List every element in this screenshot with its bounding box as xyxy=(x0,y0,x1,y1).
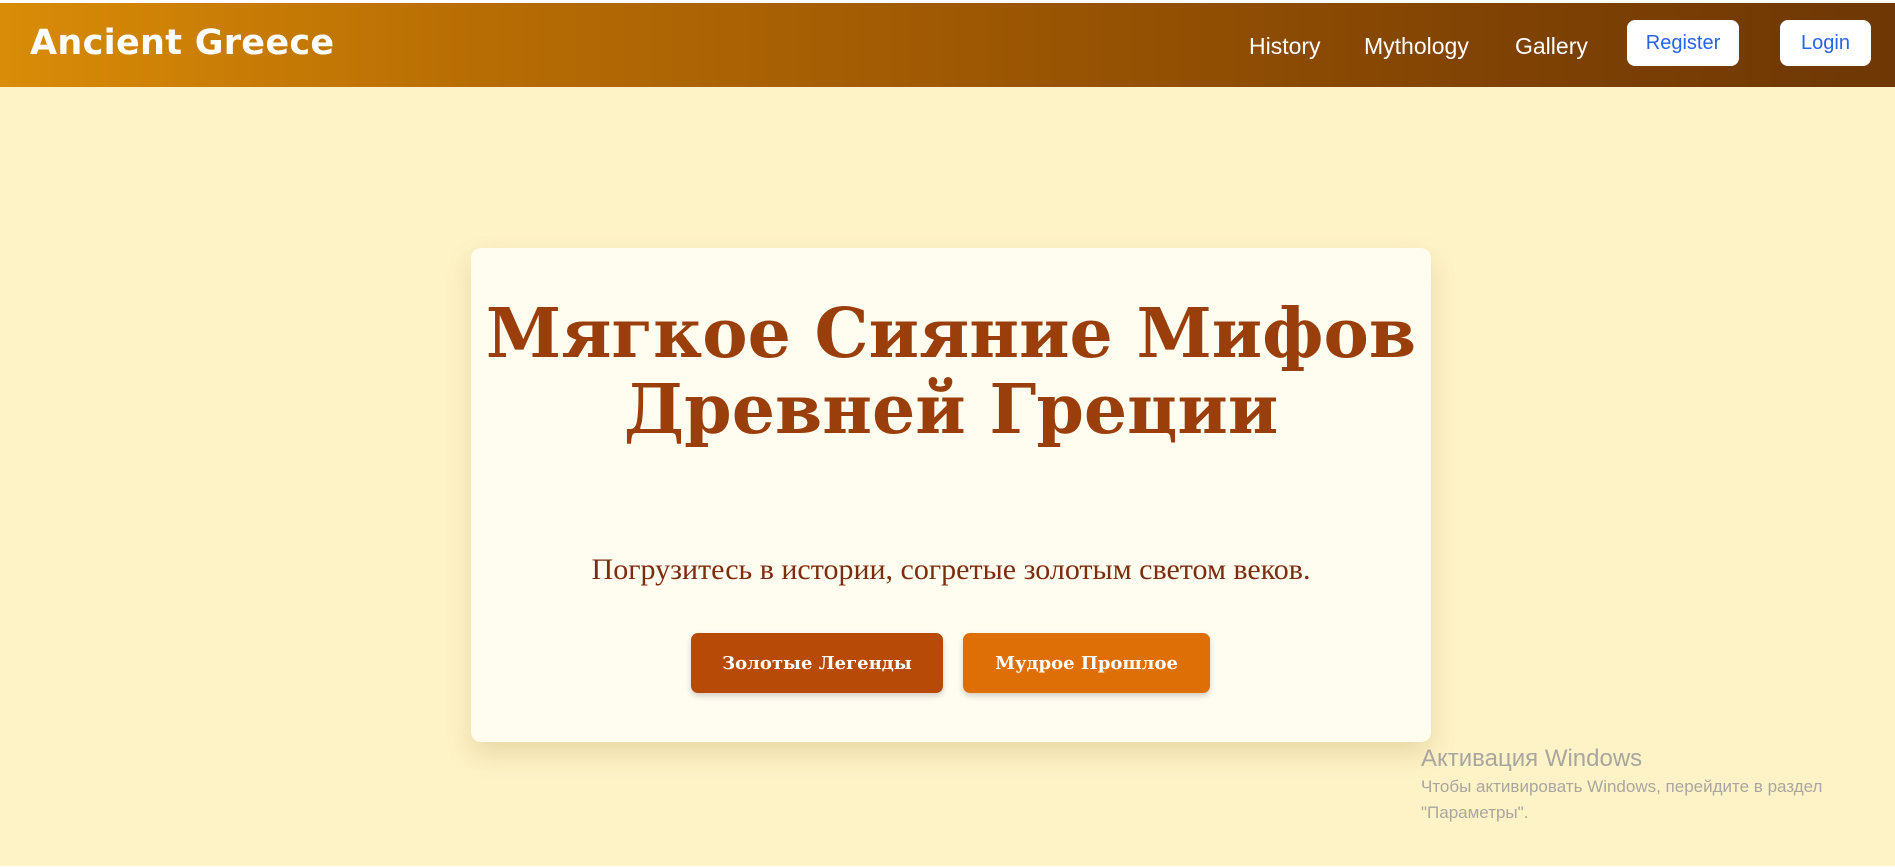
hero-title: Мягкое Сияние Мифов Древней Греции xyxy=(485,294,1417,450)
watermark-title: Активация Windows xyxy=(1421,745,1643,772)
golden-legends-button[interactable]: Золотые Легенды xyxy=(691,633,943,693)
brand-logo[interactable]: Ancient Greece xyxy=(30,23,334,63)
watermark-text: Чтобы активировать Windows, перейдите в … xyxy=(1421,777,1823,822)
nav-link-history[interactable]: History xyxy=(1249,33,1321,60)
wise-past-button[interactable]: Мудрое Прошлое xyxy=(963,633,1210,693)
windows-activation-watermark: Активация Windows Чтобы активировать Win… xyxy=(1421,744,1881,826)
register-button[interactable]: Register xyxy=(1627,20,1739,66)
hero-subtitle: Погрузитесь в истории, согретые золотым … xyxy=(591,553,1311,586)
login-button[interactable]: Login xyxy=(1780,20,1871,66)
hero-card: Мягкое Сияние Мифов Древней Греции Погру… xyxy=(471,248,1431,742)
nav-link-mythology[interactable]: Mythology xyxy=(1364,33,1469,60)
navbar: Ancient Greece History Mythology Gallery… xyxy=(0,3,1895,87)
nav-link-gallery[interactable]: Gallery xyxy=(1515,33,1588,60)
